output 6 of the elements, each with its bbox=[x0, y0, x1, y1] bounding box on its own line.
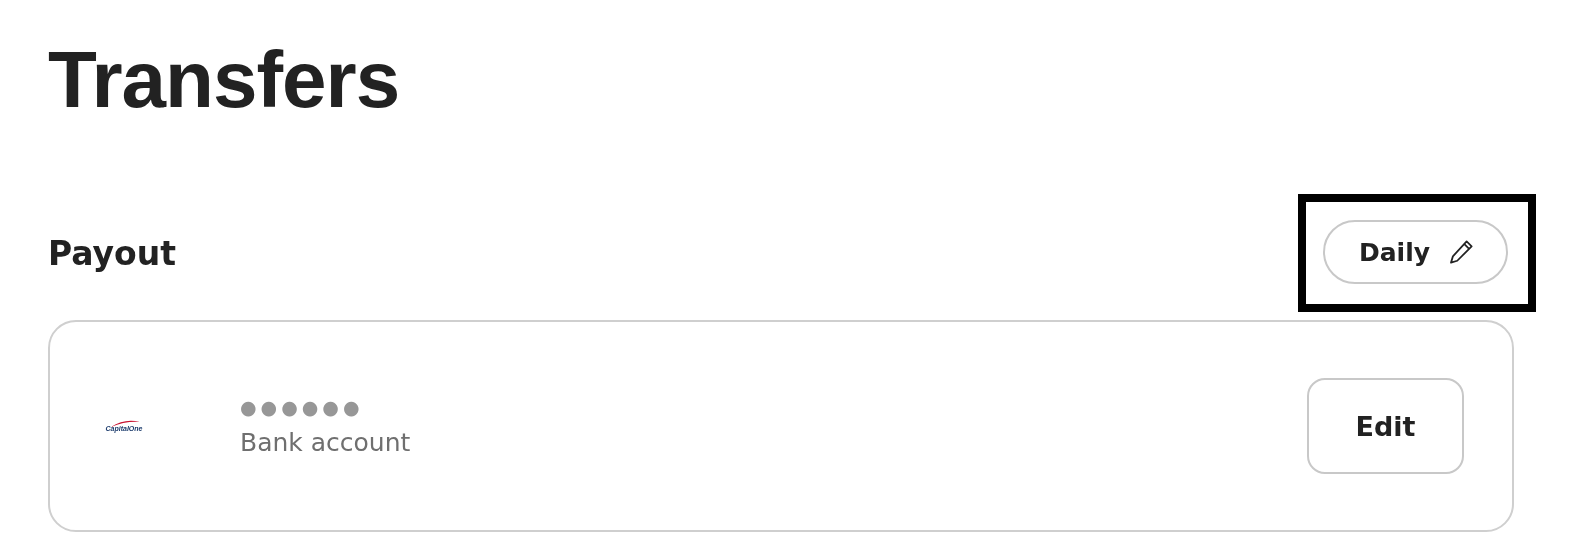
masked-account-number: ●●●●●● bbox=[240, 395, 365, 418]
page-title: Transfers bbox=[48, 34, 401, 126]
schedule-button[interactable]: Daily bbox=[1322, 220, 1508, 284]
account-type: Bank account bbox=[240, 427, 412, 457]
edit-button[interactable]: Edit bbox=[1307, 378, 1464, 474]
section-title: Payout bbox=[48, 233, 176, 273]
